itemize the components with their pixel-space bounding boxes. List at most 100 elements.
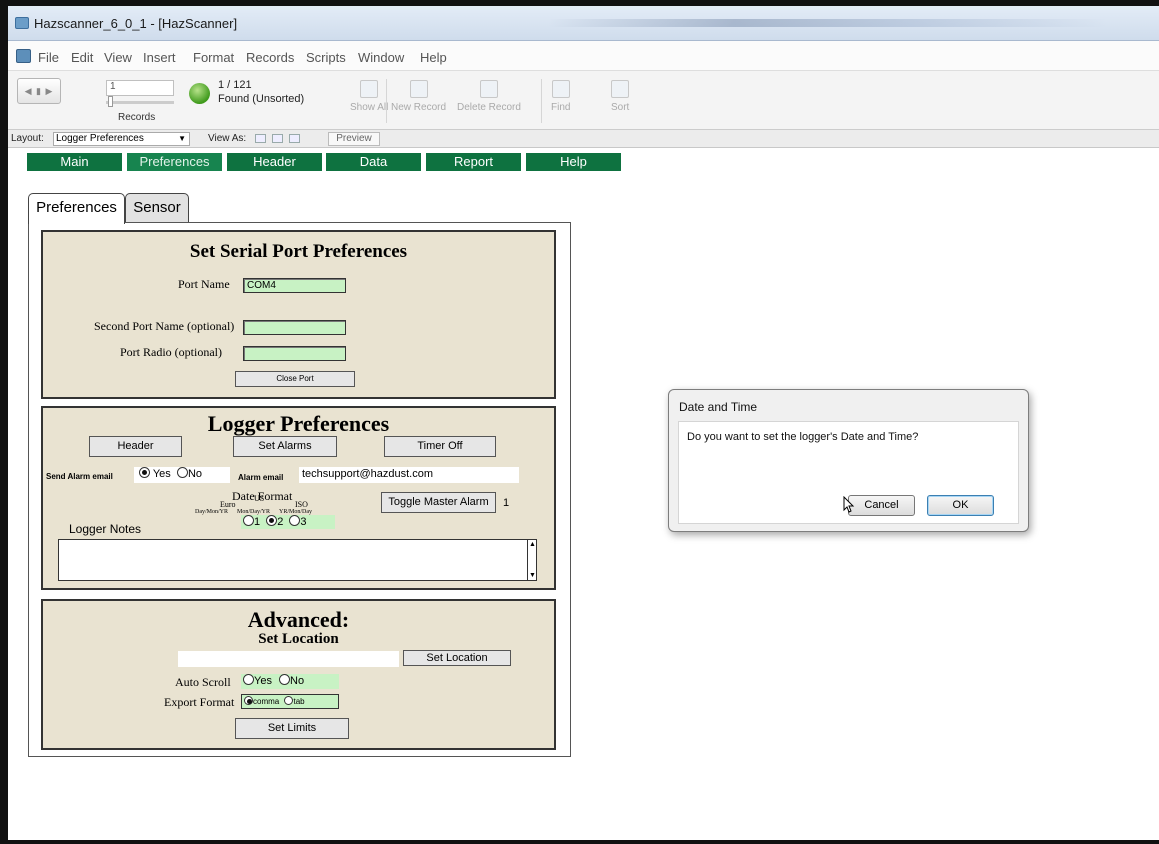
menu-insert[interactable]: Insert: [143, 50, 176, 65]
show-all-icon: [360, 80, 379, 98]
preview-button[interactable]: Preview: [328, 132, 380, 146]
nav-tab-main[interactable]: Main: [27, 153, 122, 171]
set-location-button[interactable]: Set Location: [403, 650, 511, 666]
location-field[interactable]: [178, 651, 399, 667]
record-slider-thumb[interactable]: [108, 96, 113, 107]
preferences-panel: Set Serial Port Preferences Port Name CO…: [28, 222, 571, 757]
menu-format[interactable]: Format: [193, 50, 234, 65]
toggle-master-alarm-button[interactable]: Toggle Master Alarm: [381, 492, 496, 513]
port-radio-field[interactable]: [243, 346, 346, 361]
fmt-euro-pattern: Day/Mon/YR: [195, 509, 228, 515]
nav-tab-data[interactable]: Data: [326, 153, 421, 171]
sort-button[interactable]: Sort: [611, 80, 629, 113]
close-port-button[interactable]: Close Port: [235, 371, 355, 387]
found-pie-icon: [189, 83, 210, 104]
date-format-1-radio[interactable]: [243, 515, 254, 526]
menu-window[interactable]: Window: [358, 50, 404, 65]
export-comma-radio[interactable]: [244, 696, 253, 705]
advanced-section: Advanced: Set Location Set Location Auto…: [41, 599, 556, 750]
tab-sensor[interactable]: Sensor: [125, 193, 189, 223]
record-number-input[interactable]: 1: [106, 80, 174, 96]
find-button[interactable]: Find: [551, 80, 570, 113]
records-label: Records: [118, 112, 156, 123]
menu-help[interactable]: Help: [420, 50, 447, 65]
set-limits-button[interactable]: Set Limits: [235, 718, 349, 739]
fmt-us-label: US: [254, 494, 265, 503]
show-all-label: Show All: [350, 102, 389, 113]
menu-bar: File Edit View Insert Format Records Scr…: [8, 41, 1159, 71]
scroll-up-icon[interactable]: ▲: [529, 541, 536, 548]
document-icon[interactable]: [16, 49, 31, 63]
logger-heading: Logger Preferences: [207, 411, 390, 436]
notes-scrollbar[interactable]: ▲ ▼: [527, 540, 536, 580]
dialog-title: Date and Time: [679, 400, 758, 414]
date-format-3-radio[interactable]: [289, 515, 301, 526]
mouse-cursor-icon: [843, 496, 855, 513]
new-record-icon: [409, 80, 428, 98]
export-format-radio-group: comma tab: [241, 694, 339, 709]
send-alarm-no-label: No: [187, 468, 202, 480]
send-alarm-no-radio[interactable]: [176, 467, 188, 478]
alarm-email-label: Alarm email: [238, 473, 284, 482]
auto-scroll-no-radio[interactable]: [279, 674, 291, 685]
ok-button[interactable]: OK: [927, 495, 994, 516]
timer-off-button[interactable]: Timer Off: [384, 436, 496, 457]
auto-scroll-radio-group: Yes No: [241, 674, 339, 689]
nav-tab-help[interactable]: Help: [526, 153, 621, 171]
record-slider[interactable]: [106, 101, 174, 104]
alarm-email-field[interactable]: techsupport@hazdust.com: [299, 467, 519, 483]
table-view-icon[interactable]: [289, 134, 300, 143]
sort-label: Sort: [611, 102, 630, 113]
logger-notes-label: Logger Notes: [69, 522, 142, 536]
view-as-label: View As:: [208, 133, 247, 144]
set-location-heading: Set Location: [258, 631, 339, 647]
menu-view[interactable]: View: [104, 50, 132, 65]
dialog-body: Do you want to set the logger's Date and…: [678, 421, 1019, 524]
export-tab-label: tab: [293, 697, 305, 706]
form-view-icon[interactable]: [255, 134, 266, 143]
nav-tab-preferences[interactable]: Preferences: [127, 153, 222, 171]
port-name-field[interactable]: COM4: [243, 278, 346, 293]
nav-tab-report[interactable]: Report: [426, 153, 521, 171]
layout-select[interactable]: Logger Preferences ▼: [53, 132, 190, 146]
menu-file[interactable]: File: [38, 50, 59, 65]
list-view-icon[interactable]: [272, 134, 283, 143]
second-port-field[interactable]: [243, 320, 346, 335]
menu-edit[interactable]: Edit: [71, 50, 93, 65]
new-record-label: New Record: [391, 102, 447, 113]
nav-tab-header[interactable]: Header: [227, 153, 322, 171]
menu-records[interactable]: Records: [246, 50, 294, 65]
logger-preferences-section: Logger Preferences Header Set Alarms Tim…: [41, 406, 556, 590]
master-alarm-value: 1: [503, 497, 510, 509]
export-comma-label: comma: [253, 697, 280, 706]
delete-record-button[interactable]: Delete Record: [457, 80, 521, 113]
date-format-1-label: 1: [254, 516, 261, 528]
date-format-radio-group: 1 2 3: [241, 515, 335, 529]
tab-preferences[interactable]: Preferences: [28, 193, 125, 224]
menu-scripts[interactable]: Scripts: [306, 50, 346, 65]
found-count: 1 / 121: [218, 79, 252, 91]
send-alarm-yes-label: Yes: [152, 468, 171, 480]
show-all-button[interactable]: Show All: [350, 80, 388, 113]
record-nav-book[interactable]: ◀ ▮ ▶: [17, 78, 61, 104]
send-alarm-yes-radio[interactable]: [139, 467, 150, 478]
set-alarms-button[interactable]: Set Alarms: [233, 436, 337, 457]
serial-heading: Set Serial Port Preferences: [189, 241, 408, 262]
fmt-euro-label: Euro: [220, 500, 236, 509]
scroll-down-icon[interactable]: ▼: [529, 572, 536, 579]
logger-notes-field[interactable]: ▲ ▼: [58, 539, 537, 581]
auto-scroll-yes-radio[interactable]: [243, 674, 254, 685]
status-toolbar: ◀ ▮ ▶ 1 Records 1 / 121 Found (Unsorted)…: [8, 71, 1159, 130]
title-bar: Hazscanner_6_0_1 - [HazScanner]: [8, 6, 1159, 41]
find-label: Find: [551, 102, 571, 113]
window-title: Hazscanner_6_0_1 - [HazScanner]: [34, 16, 238, 31]
date-format-2-radio[interactable]: [266, 515, 278, 526]
date-time-dialog: Date and Time Do you want to set the log…: [668, 389, 1029, 532]
second-port-label: Second Port Name (optional): [94, 319, 235, 333]
fmt-iso-label: ISO: [295, 500, 308, 509]
cancel-button[interactable]: Cancel: [848, 495, 915, 516]
advanced-heading: Advanced:: [247, 607, 350, 632]
new-record-button[interactable]: New Record: [391, 80, 446, 113]
layout-label: Layout:: [11, 133, 44, 144]
header-button[interactable]: Header: [89, 436, 182, 457]
